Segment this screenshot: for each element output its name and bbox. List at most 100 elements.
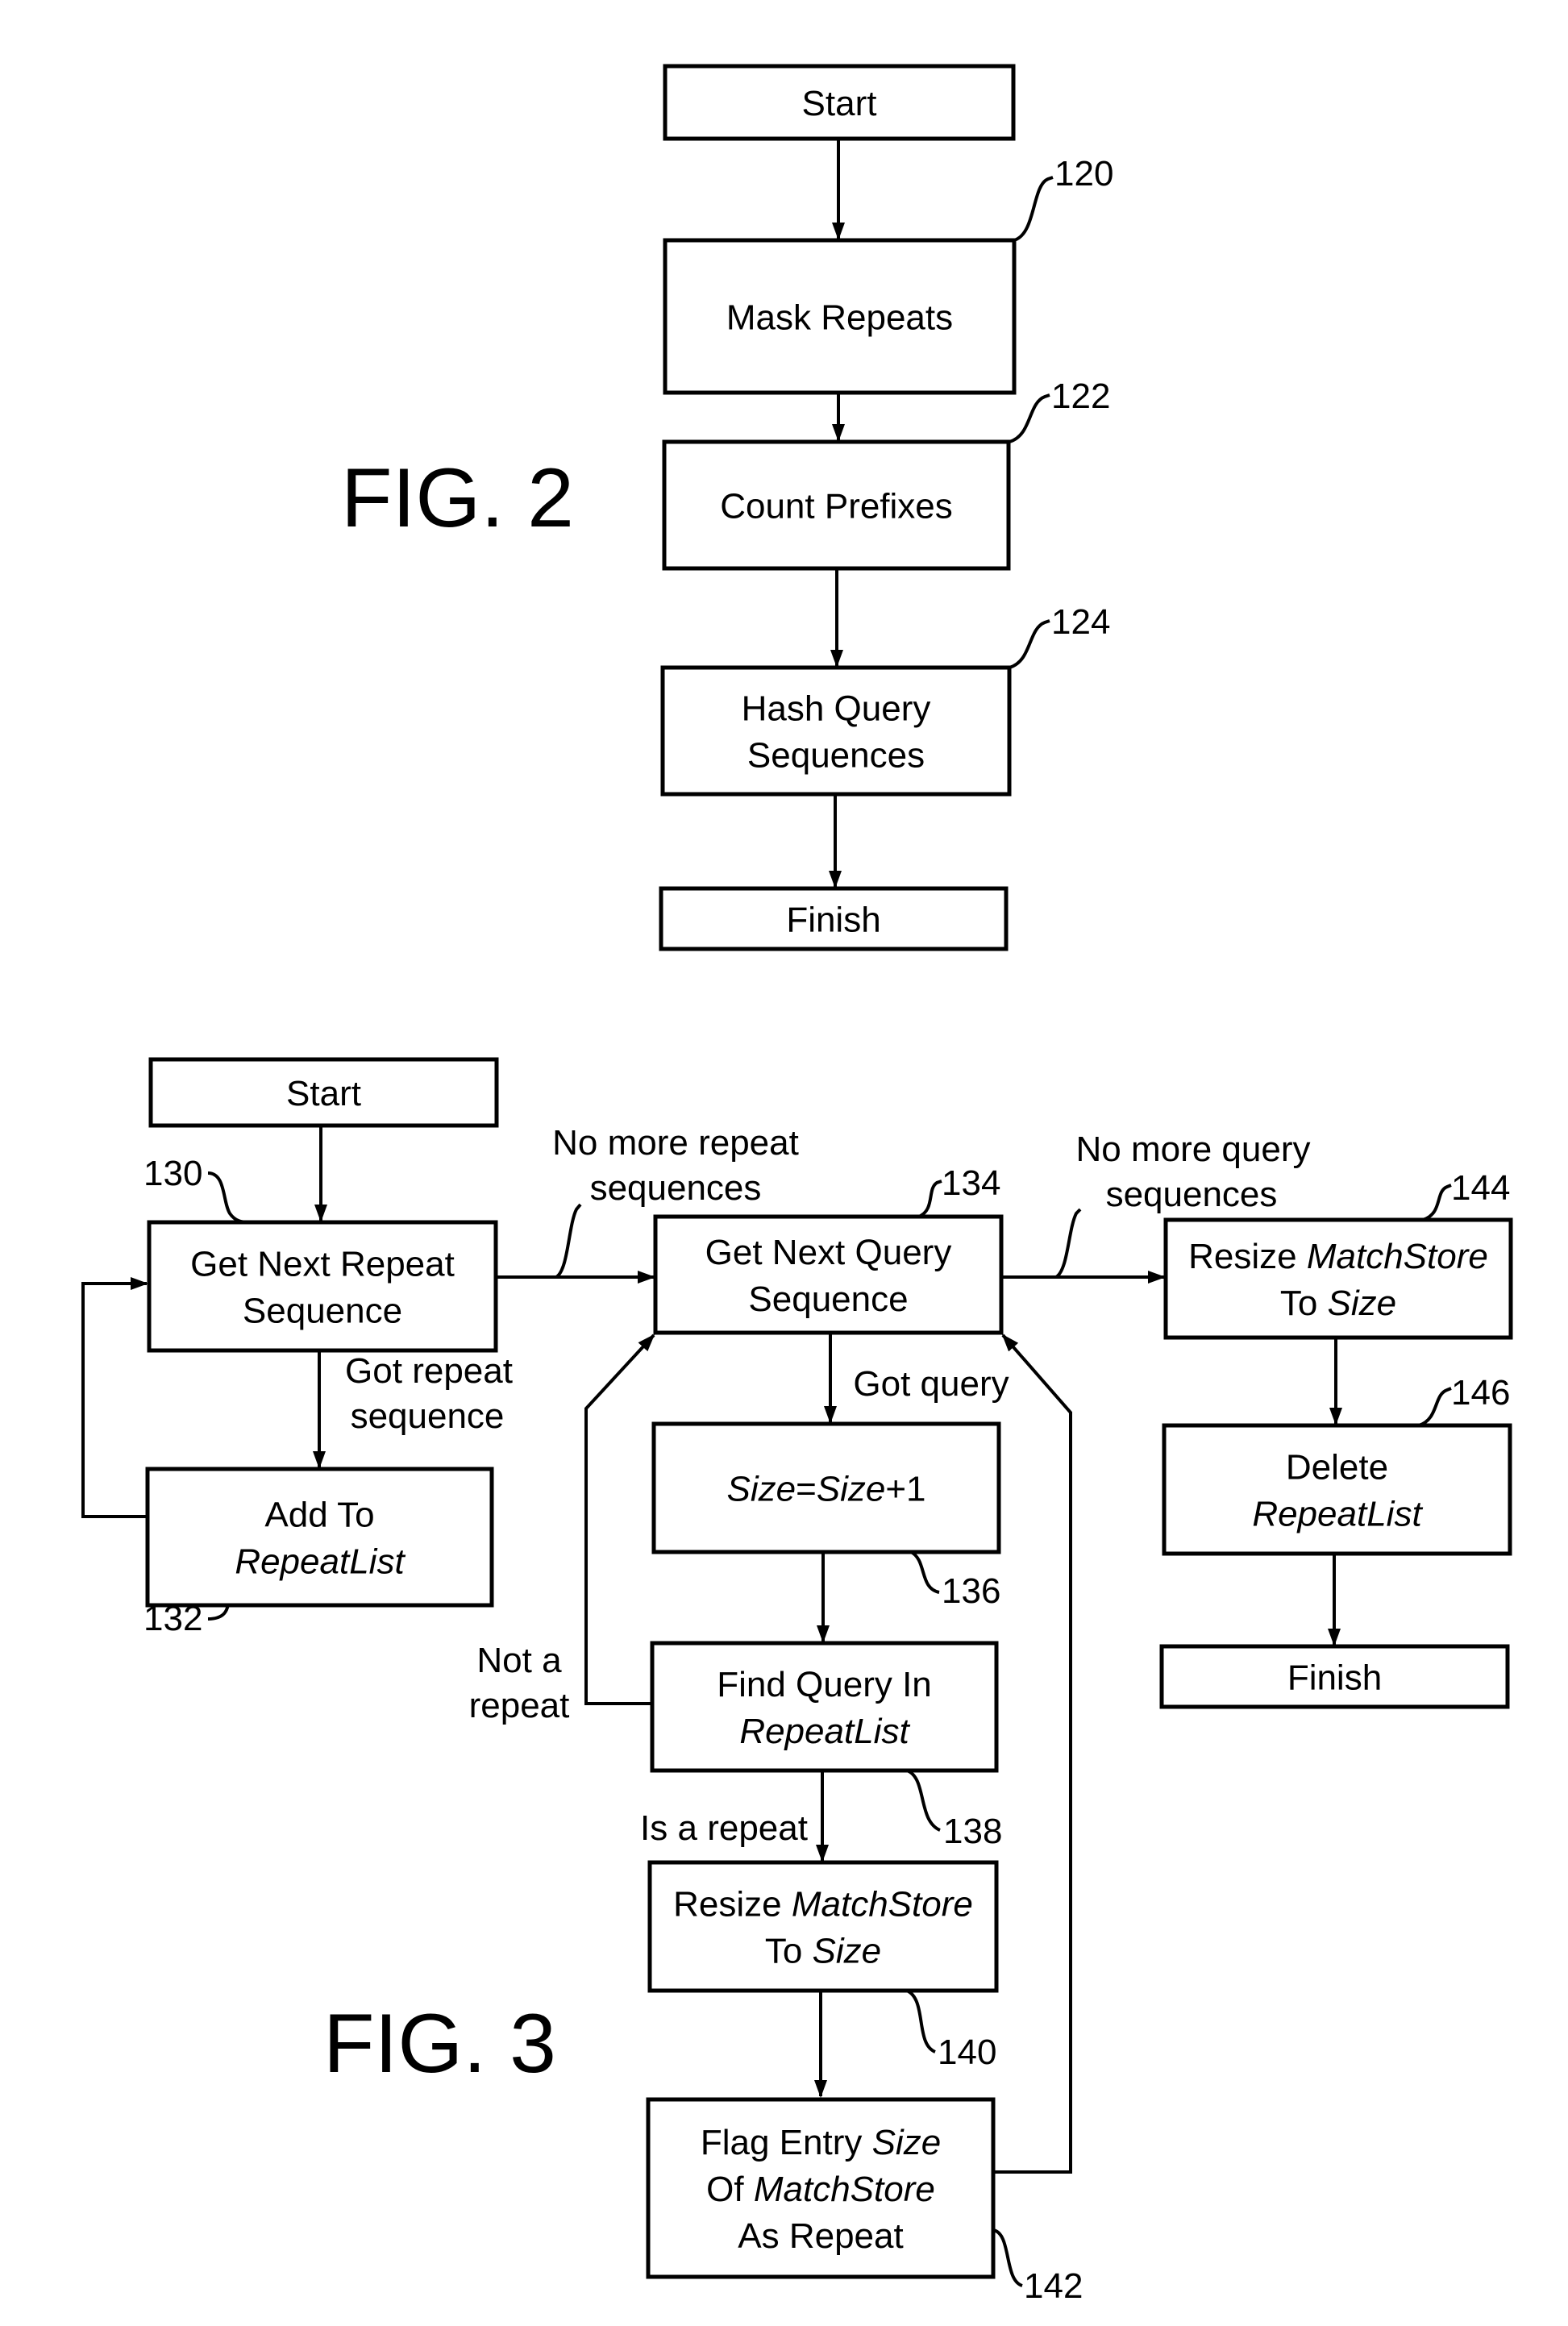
node-label-text: Find Query In bbox=[717, 1665, 932, 1704]
node-label-variable: MatchStore bbox=[754, 2170, 935, 2209]
fig3-ref-leader-136 bbox=[909, 1550, 940, 1594]
edge-label-line: Is a repeat bbox=[640, 1808, 808, 1848]
fig3-ref-leader-144 bbox=[1422, 1184, 1452, 1221]
node-label-variable: Size bbox=[726, 1470, 796, 1509]
fig3-ref-146: 146 bbox=[1451, 1373, 1510, 1413]
node-label-line: Get Next Repeat bbox=[190, 1245, 455, 1284]
fig2-ref-leader-120 bbox=[1013, 176, 1054, 242]
node-label-line: Sequences bbox=[747, 736, 925, 776]
fig3-size-increment-node: Size=Size+1 bbox=[651, 1421, 1001, 1554]
node-label-text: +1 bbox=[885, 1470, 925, 1509]
fig3-label-got-query: Got query bbox=[853, 1364, 1009, 1404]
node-label-variable: RepeatList bbox=[235, 1542, 406, 1582]
fig3-ref-132: 132 bbox=[143, 1599, 202, 1638]
node-label-variable: Size bbox=[813, 1932, 882, 1971]
fig3-get-next-query-node: Get Next Query Sequence bbox=[653, 1214, 1004, 1335]
node-label-line: RepeatList bbox=[235, 1542, 406, 1582]
fig3-label-got-repeat: Got repeat sequence bbox=[345, 1351, 513, 1436]
node-box bbox=[145, 1467, 494, 1608]
node-label-text: Sequence bbox=[243, 1292, 402, 1331]
node-label-line: RepeatList bbox=[1252, 1495, 1423, 1534]
edge-label-line: sequence bbox=[351, 1396, 505, 1436]
node-box bbox=[650, 1641, 999, 1773]
fig3-ref-leader-140 bbox=[905, 1989, 937, 2053]
node-label-variable: MatchStore bbox=[1307, 1237, 1488, 1276]
node-label-line: Start bbox=[286, 1074, 361, 1113]
fig3-ref-138: 138 bbox=[943, 1812, 1002, 1851]
fig3-ref-130: 130 bbox=[143, 1154, 202, 1193]
patent-figures: FIG. 2 Start Mask Repeats Count Prefixes… bbox=[81, 64, 1513, 2306]
fig3-ref-leader-142 bbox=[992, 2228, 1023, 2287]
fig2-mask-repeats-node: Mask Repeats bbox=[663, 238, 1017, 395]
fig2-ref-120: 120 bbox=[1054, 154, 1113, 193]
node-label-line: Find Query In bbox=[717, 1665, 932, 1704]
fig3-add-to-repeatlist-node: Add To RepeatList bbox=[145, 1467, 494, 1608]
node-label-variable: RepeatList bbox=[1252, 1495, 1423, 1534]
node-label-text: Of bbox=[706, 2170, 754, 2209]
node-box bbox=[1162, 1423, 1512, 1556]
node-label-text: Add To bbox=[264, 1496, 374, 1535]
edge-label-line: repeat bbox=[469, 1686, 570, 1725]
fig3-label-not-a-repeat: Not a repeat bbox=[469, 1641, 570, 1725]
node-label-line: Count Prefixes bbox=[720, 487, 953, 526]
fig3-find-query-node: Find Query In RepeatList bbox=[650, 1641, 999, 1773]
node-label-line: Get Next Query bbox=[705, 1233, 952, 1272]
fig3-ref-142: 142 bbox=[1024, 2266, 1083, 2306]
node-label-text: Resize bbox=[673, 1885, 792, 1924]
node-label-line: Finish bbox=[1287, 1658, 1382, 1698]
fig3: FIG. 3 Start Get Next Repeat Sequence Add… bbox=[81, 1057, 1513, 2306]
fig3-leader-no-more-query bbox=[1054, 1208, 1082, 1279]
fig3-ref-140: 140 bbox=[938, 2033, 996, 2072]
fig3-caption: FIG. 3 bbox=[323, 1997, 556, 2091]
node-label-text: Hash Query bbox=[742, 689, 931, 729]
edge-label-line: sequences bbox=[1106, 1175, 1278, 1214]
fig2-caption: FIG. 2 bbox=[341, 451, 574, 545]
edge-label-line: No more repeat bbox=[552, 1123, 799, 1163]
fig2-count-prefixes-node: Count Prefixes bbox=[662, 439, 1011, 571]
fig3-leader-no-more-repeat bbox=[555, 1203, 582, 1279]
fig2: FIG. 2 Start Mask Repeats Count Prefixes… bbox=[341, 64, 1113, 951]
node-label-line: Resize MatchStore bbox=[1188, 1237, 1488, 1276]
node-label-line: Sequence bbox=[748, 1280, 908, 1319]
node-label-text: Mask Repeats bbox=[726, 298, 953, 338]
node-label-text: Get Next Repeat bbox=[190, 1245, 455, 1284]
node-label-variable: Size bbox=[1328, 1284, 1397, 1323]
fig2-ref-124: 124 bbox=[1051, 602, 1110, 642]
fig3-ref-144: 144 bbox=[1451, 1168, 1510, 1208]
node-label-variable: Size bbox=[872, 2123, 942, 2162]
node-label-line: To Size bbox=[765, 1932, 881, 1971]
node-label-variable: RepeatList bbox=[739, 1712, 910, 1751]
node-label-text: Get Next Query bbox=[705, 1233, 952, 1272]
node-label-line: Add To bbox=[264, 1496, 374, 1535]
node-label-variable: Size bbox=[817, 1470, 886, 1509]
fig3-ref-leader-134 bbox=[917, 1180, 942, 1218]
node-label-line: Finish bbox=[786, 901, 880, 940]
node-label-line: As Repeat bbox=[738, 2216, 903, 2256]
node-box bbox=[147, 1220, 498, 1353]
fig3-delete-repeatlist-node: Delete RepeatList bbox=[1162, 1423, 1512, 1556]
node-label-variable: MatchStore bbox=[792, 1885, 973, 1924]
node-label-text: Sequence bbox=[748, 1280, 908, 1319]
node-label-text: Finish bbox=[786, 901, 880, 940]
node-label-text: Resize bbox=[1188, 1237, 1307, 1276]
node-label-line: RepeatList bbox=[739, 1712, 910, 1751]
node-label-line: Mask Repeats bbox=[726, 298, 953, 338]
node-label-line: Start bbox=[802, 84, 877, 123]
edge-label-line: sequences bbox=[590, 1168, 762, 1208]
fig2-ref-leader-124 bbox=[1009, 619, 1050, 669]
fig3-resize-matchstore-right-node: Resize MatchStore To Size bbox=[1163, 1217, 1513, 1340]
node-label-line: Hash Query bbox=[742, 689, 931, 729]
edge-label-line: No more query bbox=[1075, 1130, 1310, 1169]
node-label-line: Of MatchStore bbox=[706, 2170, 935, 2209]
node-box bbox=[647, 1860, 999, 1993]
fig2-ref-122: 122 bbox=[1051, 377, 1110, 416]
fig2-ref-leader-122 bbox=[1009, 393, 1050, 443]
fig3-label-is-a-repeat: Is a repeat bbox=[640, 1808, 808, 1848]
fig3-ref-134: 134 bbox=[942, 1163, 1000, 1203]
node-label-text: Start bbox=[286, 1074, 361, 1113]
fig3-finish-node: Finish bbox=[1159, 1644, 1510, 1709]
fig3-start-node: Start bbox=[148, 1057, 499, 1128]
fig2-start-node: Start bbox=[663, 64, 1016, 141]
edge-label-line: Got query bbox=[853, 1364, 1009, 1404]
node-label-line: Delete bbox=[1286, 1448, 1388, 1488]
